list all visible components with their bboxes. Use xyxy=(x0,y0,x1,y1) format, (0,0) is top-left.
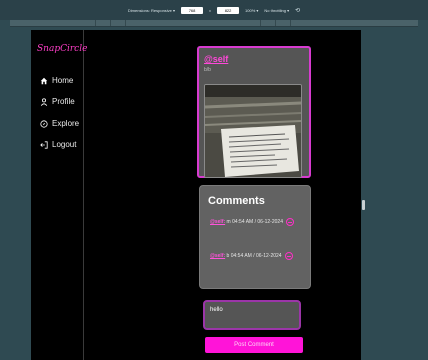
post-card: @self b/b xyxy=(197,46,311,178)
media-query-ruler xyxy=(10,20,418,27)
post-subtitle: b/b xyxy=(204,67,211,73)
sidebar-item-explore[interactable]: Explore xyxy=(40,119,79,128)
comments-title: Comments xyxy=(208,195,265,207)
width-input[interactable]: 768 xyxy=(181,6,204,14)
devtools-toolbar: Dimensions: Responsive ▾ 768 x 822 100% … xyxy=(0,0,428,20)
height-input[interactable]: 822 xyxy=(217,6,240,14)
delete-comment-icon[interactable] xyxy=(286,217,295,226)
dimension-separator: x xyxy=(209,7,212,13)
resize-handle[interactable] xyxy=(362,200,365,210)
post-image[interactable] xyxy=(204,84,302,178)
sidebar-item-label: Profile xyxy=(52,97,75,106)
sidebar-item-label: Logout xyxy=(52,140,77,149)
comment-item: @self: b 04:54 AM / 06-12-2024 xyxy=(210,250,300,262)
comment-input[interactable]: hello xyxy=(203,300,301,330)
comment-item: @self: m 04:54 AM / 06-12-2024 xyxy=(210,216,300,228)
rotate-icon[interactable]: ⟲ xyxy=(295,7,300,14)
sidebar: SnapCircle Home Profile Explore Logout xyxy=(31,30,87,360)
throttle-dropdown[interactable]: No throttling ▾ xyxy=(264,8,289,13)
comment-text: b 04:54 AM / 06-12-2024 xyxy=(225,253,282,259)
sidebar-item-label: Home xyxy=(52,76,74,85)
comment-text: m 04:54 AM / 06-12-2024 xyxy=(225,219,283,225)
dimensions-dropdown[interactable]: Dimensions: Responsive ▾ xyxy=(128,8,175,13)
app-viewport: SnapCircle Home Profile Explore Logout @… xyxy=(31,30,361,360)
logout-icon xyxy=(40,140,48,149)
comment-author-link[interactable]: @self: xyxy=(210,219,225,225)
comments-card: Comments @self: m 04:54 AM / 06-12-2024 … xyxy=(199,185,311,289)
user-icon xyxy=(40,97,48,106)
sidebar-item-logout[interactable]: Logout xyxy=(40,140,76,149)
sidebar-item-profile[interactable]: Profile xyxy=(40,97,75,106)
home-icon xyxy=(40,77,48,85)
post-comment-button[interactable]: Post Comment xyxy=(205,337,303,353)
delete-comment-icon[interactable] xyxy=(284,251,293,260)
sidebar-item-label: Explore xyxy=(52,119,80,128)
app-logo[interactable]: SnapCircle xyxy=(37,44,87,54)
comment-author-link[interactable]: @self: xyxy=(210,253,225,259)
compass-icon xyxy=(40,119,48,128)
sidebar-item-home[interactable]: Home xyxy=(40,76,73,85)
post-author-link[interactable]: @self xyxy=(204,54,228,64)
zoom-dropdown[interactable]: 100% ▾ xyxy=(245,8,258,13)
